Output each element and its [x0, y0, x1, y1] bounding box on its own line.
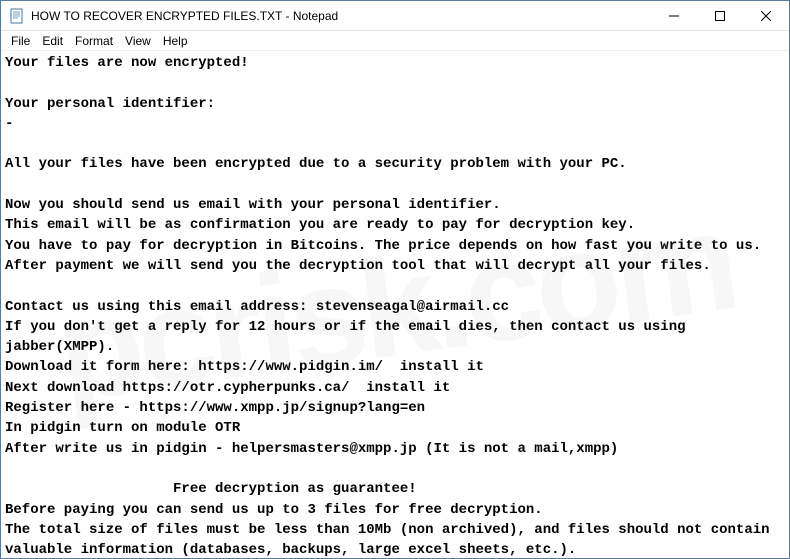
- menu-help[interactable]: Help: [157, 33, 194, 49]
- maximize-button[interactable]: [697, 1, 743, 30]
- menu-edit[interactable]: Edit: [36, 33, 69, 49]
- menu-view[interactable]: View: [119, 33, 157, 49]
- notepad-icon: [9, 8, 25, 24]
- menubar: File Edit Format View Help: [1, 31, 789, 51]
- window-controls: [651, 1, 789, 30]
- close-button[interactable]: [743, 1, 789, 30]
- menu-format[interactable]: Format: [69, 33, 119, 49]
- titlebar[interactable]: HOW TO RECOVER ENCRYPTED FILES.TXT - Not…: [1, 1, 789, 31]
- menu-file[interactable]: File: [5, 33, 36, 49]
- text-area[interactable]: Your files are now encrypted! Your perso…: [1, 51, 789, 558]
- document-text: Your files are now encrypted! Your perso…: [5, 53, 785, 558]
- window-title: HOW TO RECOVER ENCRYPTED FILES.TXT - Not…: [31, 9, 651, 23]
- minimize-button[interactable]: [651, 1, 697, 30]
- notepad-window: HOW TO RECOVER ENCRYPTED FILES.TXT - Not…: [0, 0, 790, 559]
